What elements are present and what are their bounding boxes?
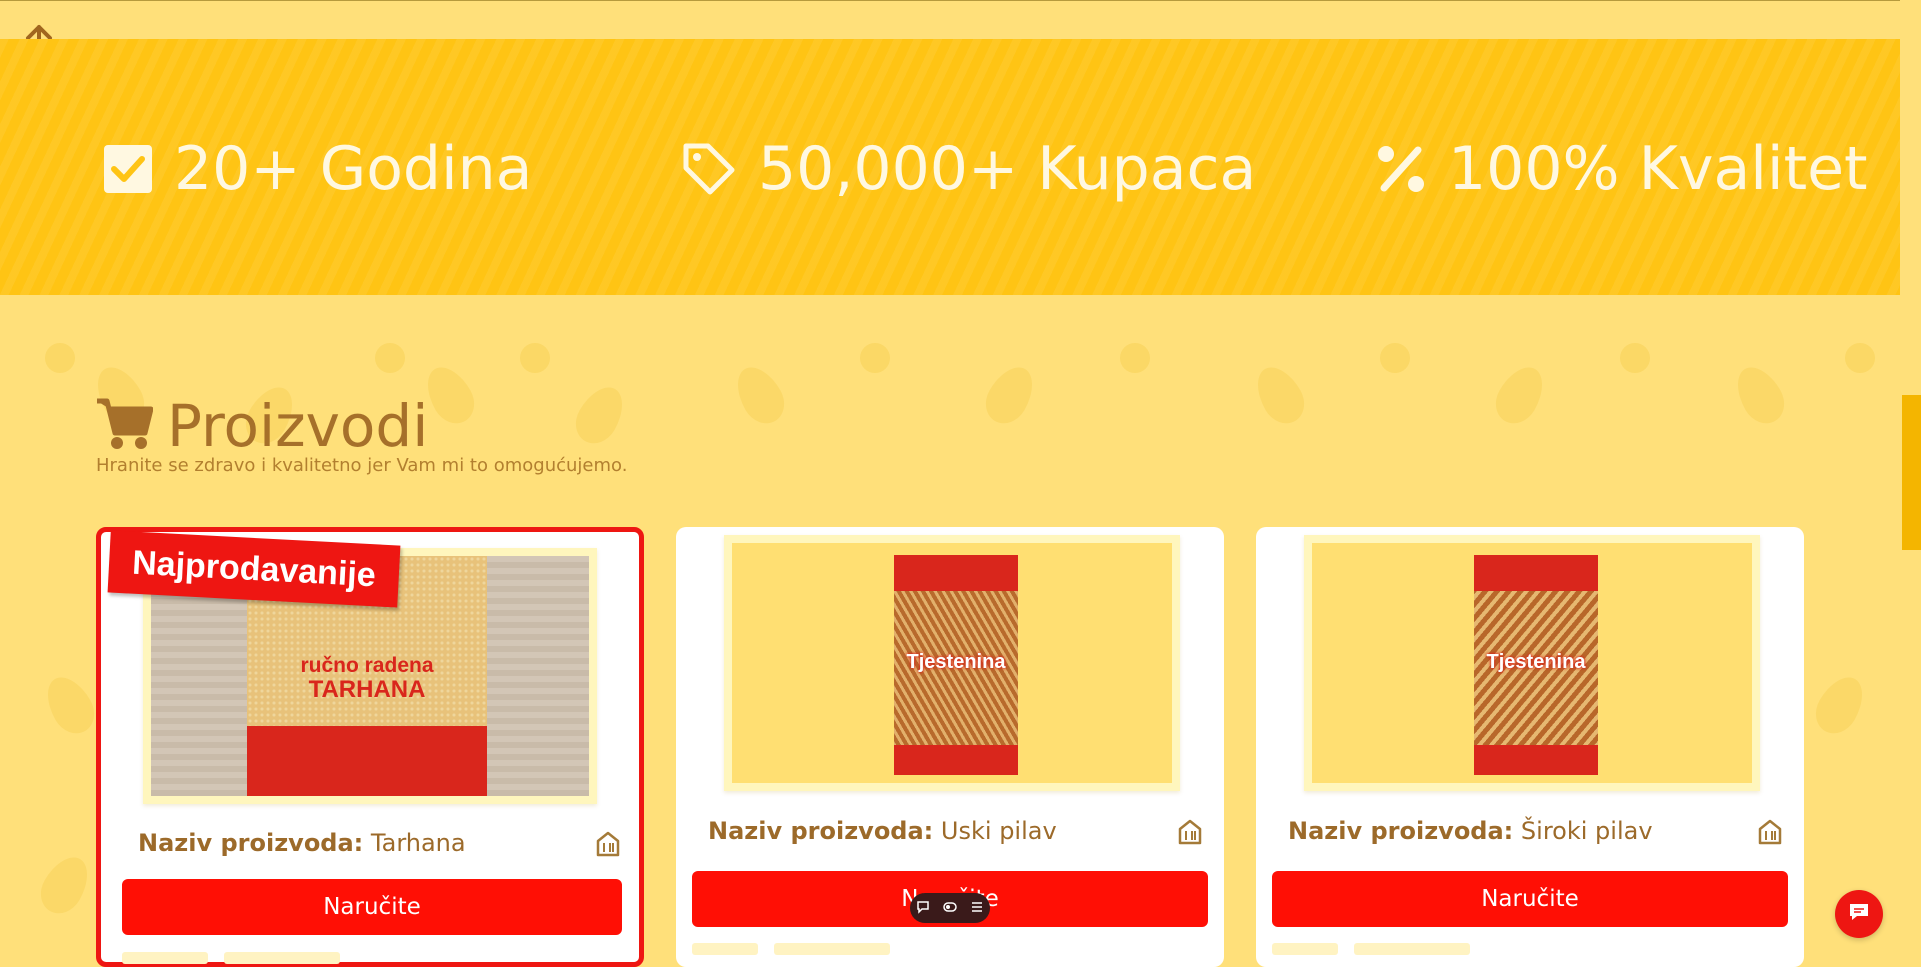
package-text: Tjestenina (1486, 651, 1586, 673)
product-tags (1272, 943, 1470, 955)
stat-years-text: 20+ Godina (174, 134, 533, 204)
product-name-siroki-pilav: Naziv proizvoda: Široki pilav (1288, 817, 1653, 845)
order-button-tarhana[interactable]: Naručite (122, 879, 622, 935)
section-subtitle: Hranite se zdravo i kvalitetno jer Vam m… (96, 455, 628, 476)
comment-icon[interactable] (916, 900, 930, 917)
package-text: Tjestenina (906, 651, 1006, 673)
product-image-siroki-pilav[interactable]: Tjestenina (1312, 543, 1752, 783)
product-image-frame: Tjestenina (1304, 535, 1760, 791)
product-image-uski-pilav[interactable]: Tjestenina (732, 543, 1172, 783)
tarhana-package-text-2: TARHANA (308, 676, 426, 703)
stat-quality: 100% Kvalitet (1376, 134, 1868, 204)
toggle-icon[interactable] (943, 900, 957, 917)
product-card-siroki-pilav[interactable]: Tjestenina Naziv proizvoda: Široki pilav… (1256, 527, 1804, 967)
products-heading: Proizvodi (95, 392, 428, 460)
product-name-value: Tarhana (370, 829, 466, 857)
product-tags (122, 952, 340, 964)
cart-icon (95, 397, 154, 456)
top-strip (0, 0, 1900, 40)
product-name-tarhana: Naziv proizvoda: Tarhana (138, 829, 466, 857)
product-tags (692, 943, 890, 955)
tarhana-package-text-1: ručno radena (300, 654, 434, 677)
uski-pilav-package: Tjestenina (894, 555, 1018, 775)
scrollbar-thumb[interactable] (1902, 395, 1921, 550)
chat-button[interactable] (1835, 890, 1883, 938)
restaurant-menu-icon[interactable] (1178, 819, 1202, 845)
stat-customers: 50,000+ Kupaca (682, 134, 1256, 204)
section-title: Proizvodi (167, 392, 429, 460)
stat-quality-text: 100% Kvalitet (1448, 134, 1868, 204)
chat-icon (1848, 902, 1870, 927)
product-name-label: Naziv proizvoda: (1288, 817, 1514, 845)
stats-banner: 20+ Godina 50,000+ Kupaca 100% Kvalitet (0, 39, 1900, 295)
tag-icon (682, 142, 736, 196)
stat-years: 20+ Godina (104, 134, 532, 204)
stat-customers-text: 50,000+ Kupaca (758, 134, 1257, 204)
order-button-siroki-pilav[interactable]: Naručite (1272, 871, 1788, 927)
percent-icon (1376, 144, 1426, 194)
product-card-tarhana[interactable]: ručno radena TARHANA Najprodavanije Nazi… (96, 527, 644, 967)
floating-toolbar[interactable] (910, 893, 990, 923)
product-image-frame: Tjestenina (724, 535, 1180, 791)
checkbox-icon (104, 145, 152, 193)
product-name-label: Naziv proizvoda: (138, 829, 364, 857)
product-name-value: Uski pilav (940, 817, 1057, 845)
siroki-pilav-package: Tjestenina (1474, 555, 1598, 775)
product-name-label: Naziv proizvoda: (708, 817, 934, 845)
restaurant-menu-icon[interactable] (596, 831, 620, 857)
restaurant-menu-icon[interactable] (1758, 819, 1782, 845)
menu-icon[interactable] (970, 900, 984, 917)
product-name-uski-pilav: Naziv proizvoda: Uski pilav (708, 817, 1057, 845)
product-name-value: Široki pilav (1520, 817, 1653, 845)
